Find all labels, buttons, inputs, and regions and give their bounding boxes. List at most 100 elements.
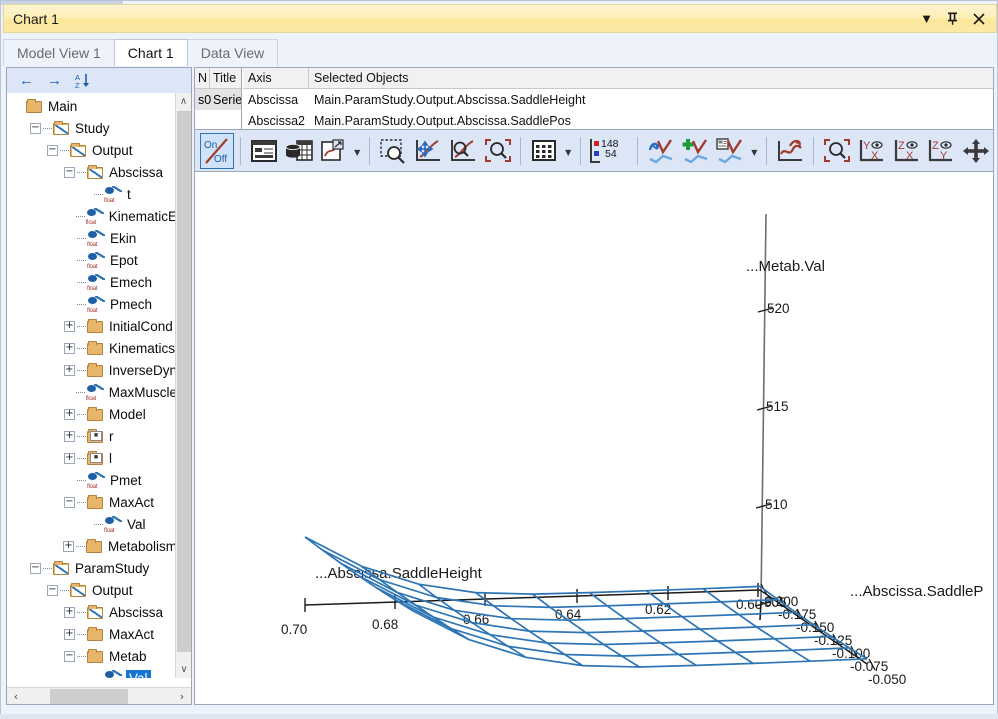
tab-chart-1[interactable]: Chart 1 [113,39,188,66]
chart-toolbar: On Off ▼ ▼ 148 54 ▼ Y X Z X Z Y [194,130,994,172]
tab-model-view-1[interactable]: Model View 1 [3,39,115,66]
tree-item-output[interactable]: − Output [7,139,177,161]
tab-data-view[interactable]: Data View [186,39,279,66]
curve-dropdown-caret[interactable]: ▼ [748,133,760,169]
tree-item-metab[interactable]: − Metab [7,645,177,667]
expand-plus-icon[interactable]: + [64,606,75,618]
tree-item-val[interactable]: floatVal [7,667,177,678]
axis-row-abscissa2[interactable]: Abscissa2 Main.ParamStudy.Output.Absciss… [243,110,993,129]
tree-item-abscissa[interactable]: + Abscissa [7,601,177,623]
database-table-icon[interactable] [282,133,316,169]
expand-plus-icon[interactable]: + [64,342,75,354]
zoom-fit-icon[interactable] [820,133,854,169]
expand-plus-icon[interactable]: + [62,540,74,552]
folder-icon [85,538,103,554]
view-yx-secondary: X [871,150,879,162]
tree-item-kinematics[interactable]: + Kinematics [7,337,177,359]
tree-item-emech[interactable]: float Emech [7,271,177,293]
collapse-minus-icon[interactable]: − [47,584,58,596]
view-yx-icon[interactable]: Y X [855,133,889,169]
view-zy-icon[interactable]: Z Y [925,133,959,169]
zoom-fit-glyph [824,139,851,162]
series-row[interactable]: s0 Series [195,89,241,110]
chart-plot-area[interactable]: 520 515 510 505 ...Metab.Val 0.70 0.68 0… [194,171,994,705]
legend-panel-icon[interactable] [247,133,281,169]
expand-plus-icon[interactable]: + [64,452,75,464]
tree-vscroll-thumb[interactable] [177,111,191,652]
tree-item-r[interactable]: +r [7,425,177,447]
new-chart-icon[interactable] [316,133,350,169]
pan-chart-icon[interactable] [411,133,445,169]
back-arrow-icon[interactable]: ← [19,73,34,88]
tree-item-metabolism[interactable]: + Metabolism [7,535,177,557]
chart-window: Chart 1 ▼ Model View 1 Chart 1 Data View… [0,0,998,719]
tree-vertical-scrollbar[interactable]: ∧ ∨ [175,93,191,678]
tree-item-l[interactable]: +l [7,447,177,469]
collapse-minus-icon[interactable]: − [47,144,58,156]
axis-row-abscissa[interactable]: Abscissa Main.ParamStudy.Output.Abscissa… [243,89,993,110]
expand-plus-icon[interactable]: + [64,628,75,640]
tree-item-maxact[interactable]: − MaxAct [7,491,177,513]
tree-hscroll-thumb[interactable] [50,689,128,704]
chart-onoff-toggle[interactable]: On Off [200,133,234,169]
tree-item-pmet[interactable]: float Pmet [7,469,177,491]
model-tree[interactable]: Main − Study − Output − Abscissa float t float Kin… [7,93,177,678]
zoom-curve-icon[interactable] [446,133,480,169]
collapse-minus-icon[interactable]: − [64,650,75,662]
forward-arrow-icon[interactable]: → [47,73,62,88]
tree-connector [77,281,86,283]
scroll-left-arrow[interactable]: ‹ [7,690,25,703]
export-curve-icon[interactable] [773,133,807,169]
tree-item-abscissa[interactable]: − Abscissa [7,161,177,183]
tree-item-ekin[interactable]: float Ekin [7,227,177,249]
expand-plus-icon[interactable]: + [64,430,75,442]
ref-folder-icon [87,450,104,466]
rotate-3d-icon[interactable] [959,133,993,169]
new-chart-dropdown-caret[interactable]: ▼ [351,133,363,169]
tree-item-main[interactable]: Main [7,95,177,117]
dropdown-caret-icon[interactable]: ▼ [919,11,934,27]
expand-plus-icon[interactable]: + [64,320,75,332]
tree-item-t[interactable]: float t [7,183,177,205]
tree-item-study[interactable]: − Study [7,117,177,139]
tree-item-output[interactable]: − Output [7,579,177,601]
database-table-glyph [285,140,313,161]
tree-item-paramstudy[interactable]: − ParamStudy [7,557,177,579]
axis-selection-table[interactable]: N Title s0 Series Axis Selected Objects … [194,67,994,130]
collapse-minus-icon[interactable]: − [30,562,41,574]
collapse-minus-icon[interactable]: − [64,496,75,508]
select-zoom-icon[interactable] [376,133,410,169]
add-curve-icon[interactable] [679,133,713,169]
curve-style-icon[interactable] [644,133,678,169]
tree-item-maxact[interactable]: + MaxAct [7,623,177,645]
curve-properties-icon[interactable] [714,133,748,169]
sort-az-icon[interactable]: A Z [75,73,92,89]
tree-item-val[interactable]: floatVal [7,513,177,535]
tree-item-model[interactable]: + Model [7,403,177,425]
tree-item-label: Epot [110,252,138,268]
close-icon[interactable] [971,11,986,27]
toolbar-separator [520,137,522,165]
scroll-up-arrow[interactable]: ∧ [176,93,191,110]
grid-icon[interactable] [527,133,561,169]
grid-dropdown-caret[interactable]: ▼ [562,133,574,169]
zoom-window-icon[interactable] [481,133,515,169]
tree-item-kinematice[interactable]: float KinematicE [7,205,177,227]
pin-icon[interactable] [945,11,960,27]
point-counter-icon[interactable]: 148 54 [587,133,631,169]
tree-item-pmech[interactable]: float Pmech [7,293,177,315]
expand-plus-icon[interactable]: + [64,408,75,420]
tree-item-inversedyn[interactable]: + InverseDyn [7,359,177,381]
expand-plus-icon[interactable]: + [63,364,75,376]
scroll-right-arrow[interactable]: › [173,690,191,703]
tree-item-epot[interactable]: float Epot [7,249,177,271]
collapse-minus-icon[interactable]: − [64,166,75,178]
tree-horizontal-scrollbar[interactable]: ‹ › [7,687,191,704]
status-strip [0,714,998,719]
collapse-minus-icon[interactable]: − [30,122,41,134]
scroll-down-arrow[interactable]: ∨ [176,661,191,678]
legend-panel-glyph [250,140,277,162]
view-zx-icon[interactable]: Z X [890,133,924,169]
tree-item-maxmuscle[interactable]: float MaxMuscle [7,381,177,403]
tree-item-initialcond[interactable]: + InitialCond [7,315,177,337]
